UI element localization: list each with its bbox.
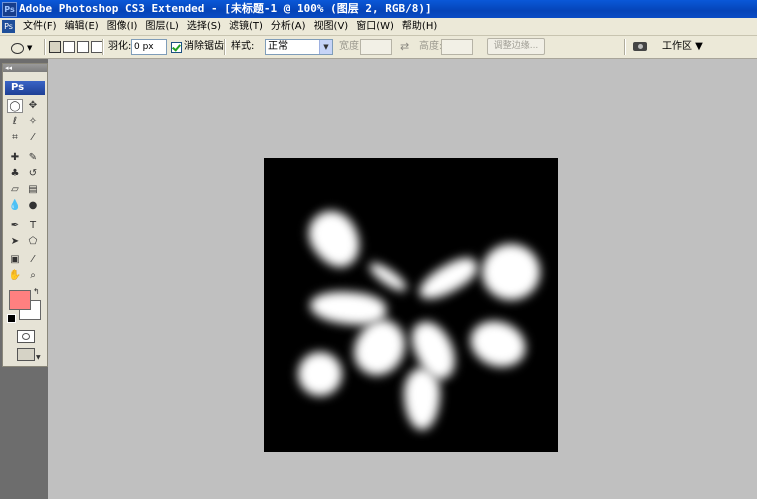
menu-analysis[interactable]: 分析(A)	[267, 18, 310, 35]
document-canvas[interactable]	[264, 158, 558, 452]
workspace-button[interactable]: 工作区 ▼	[662, 39, 703, 55]
lens-icon	[638, 44, 643, 49]
chevron-down-icon: ▼	[36, 354, 41, 361]
title-bar: Ps Adobe Photoshop CS3 Extended - [未标题-1…	[0, 0, 757, 18]
type-tool-icon[interactable]: T	[25, 219, 41, 233]
chevron-down-icon: ▼	[319, 40, 332, 54]
petal-shape	[298, 352, 342, 396]
menu-window[interactable]: 窗口(W)	[352, 18, 398, 35]
menu-view[interactable]: 视图(V)	[310, 18, 353, 35]
petal-shape	[464, 313, 532, 375]
petal-shape	[413, 251, 483, 307]
healing-brush-tool-icon[interactable]: ✚	[7, 151, 23, 165]
magic-wand-tool-icon[interactable]: ✧	[25, 115, 41, 129]
toolbox: ◂◂ Ps ◯ ✥ ℓ ✧ ⌗ ⁄ ✚ ✎ ♣ ↺ ▱ ▤ 💧 ● ✒ T ➤ …	[2, 63, 48, 367]
clone-stamp-tool-icon[interactable]: ♣	[7, 167, 23, 181]
custom-shape-tool-icon[interactable]: ⬠	[25, 235, 41, 249]
options-bar: ▼ 羽化: 0 px 消除锯齿 样式: 正常 ▼ 宽度: ⇄ 高度: 调整边缘.…	[0, 36, 757, 59]
menu-help[interactable]: 帮助(H)	[398, 18, 441, 35]
move-tool-icon[interactable]: ✥	[25, 99, 41, 113]
style-select-value: 正常	[268, 41, 288, 52]
menu-file[interactable]: 文件(F)	[19, 18, 61, 35]
notes-tool-icon[interactable]: ▣	[7, 253, 23, 267]
separator	[624, 39, 626, 55]
dodge-tool-icon[interactable]: ●	[25, 199, 41, 213]
separator	[44, 39, 46, 55]
eyedropper-tool-icon[interactable]: ⁄	[25, 253, 41, 267]
subtract-from-selection-icon[interactable]	[77, 41, 89, 53]
path-selection-tool-icon[interactable]: ➤	[7, 235, 23, 249]
feather-input[interactable]: 0 px	[131, 39, 167, 55]
zoom-tool-icon[interactable]: ⌕	[25, 269, 41, 283]
separator	[102, 39, 104, 55]
history-brush-tool-icon[interactable]: ↺	[25, 167, 41, 181]
antialias-option[interactable]: 消除锯齿	[171, 39, 224, 55]
crop-tool-icon[interactable]: ⌗	[7, 131, 23, 145]
swap-colors-icon[interactable]: ↰	[33, 287, 40, 296]
elliptical-marquee-icon	[11, 43, 24, 54]
petal-shape	[365, 258, 411, 296]
menu-filter[interactable]: 滤镜(T)	[225, 18, 267, 35]
foreground-color-swatch[interactable]	[9, 290, 31, 310]
window-title: Adobe Photoshop CS3 Extended - [未标题-1 @ …	[19, 2, 432, 15]
tool-preset-picker[interactable]: ▼	[4, 39, 40, 57]
petal-shape	[299, 202, 371, 276]
width-label: 宽度:	[339, 41, 363, 52]
chevron-down-icon: ▼	[27, 44, 33, 52]
elliptical-marquee-tool-icon[interactable]: ◯	[7, 99, 23, 113]
menu-image[interactable]: 图像(I)	[103, 18, 142, 35]
photoshop-app-icon: Ps	[2, 2, 17, 17]
height-input[interactable]	[441, 39, 473, 55]
pen-tool-icon[interactable]: ✒	[7, 219, 23, 233]
petal-shape	[482, 244, 540, 300]
brush-tool-icon[interactable]: ✎	[25, 151, 41, 165]
antialias-checkbox[interactable]	[171, 41, 182, 53]
gradient-tool-icon[interactable]: ▤	[25, 183, 41, 197]
menu-edit[interactable]: 编辑(E)	[61, 18, 103, 35]
separator	[224, 39, 226, 55]
menu-select[interactable]: 选择(S)	[183, 18, 225, 35]
photoshop-logo[interactable]: Ps	[5, 81, 45, 95]
menu-layer[interactable]: 图层(L)	[141, 18, 182, 35]
eraser-tool-icon[interactable]: ▱	[7, 183, 23, 197]
bridge-button[interactable]	[632, 39, 650, 55]
slice-tool-icon[interactable]: ⁄	[25, 131, 41, 145]
add-to-selection-icon[interactable]	[63, 41, 75, 53]
width-input[interactable]	[360, 39, 392, 55]
new-selection-icon[interactable]	[49, 41, 61, 53]
style-label: 样式:	[231, 41, 255, 52]
height-label: 高度:	[419, 41, 443, 52]
quick-mask-icon[interactable]	[17, 330, 35, 343]
style-select[interactable]: 正常 ▼	[265, 39, 333, 55]
toolbox-collapse-bar[interactable]: ◂◂	[3, 64, 47, 72]
selection-mode-group	[49, 39, 103, 55]
petal-shape	[404, 368, 440, 430]
blur-tool-icon[interactable]: 💧	[7, 199, 23, 213]
menu-bar: Ps 文件(F) 编辑(E) 图像(I) 图层(L) 选择(S) 滤镜(T) 分…	[0, 18, 757, 36]
document-icon[interactable]: Ps	[2, 20, 15, 33]
refine-edge-button[interactable]: 调整边缘...	[487, 38, 545, 55]
default-colors-icon[interactable]	[7, 314, 16, 323]
screen-mode-icon[interactable]	[17, 348, 35, 361]
hand-tool-icon[interactable]: ✋	[7, 269, 23, 283]
antialias-label: 消除锯齿	[184, 41, 224, 52]
menu-list: 文件(F) 编辑(E) 图像(I) 图层(L) 选择(S) 滤镜(T) 分析(A…	[19, 18, 441, 35]
feather-label: 羽化:	[108, 41, 132, 52]
swap-dimensions-icon[interactable]: ⇄	[400, 39, 409, 55]
lasso-tool-icon[interactable]: ℓ	[7, 115, 23, 129]
